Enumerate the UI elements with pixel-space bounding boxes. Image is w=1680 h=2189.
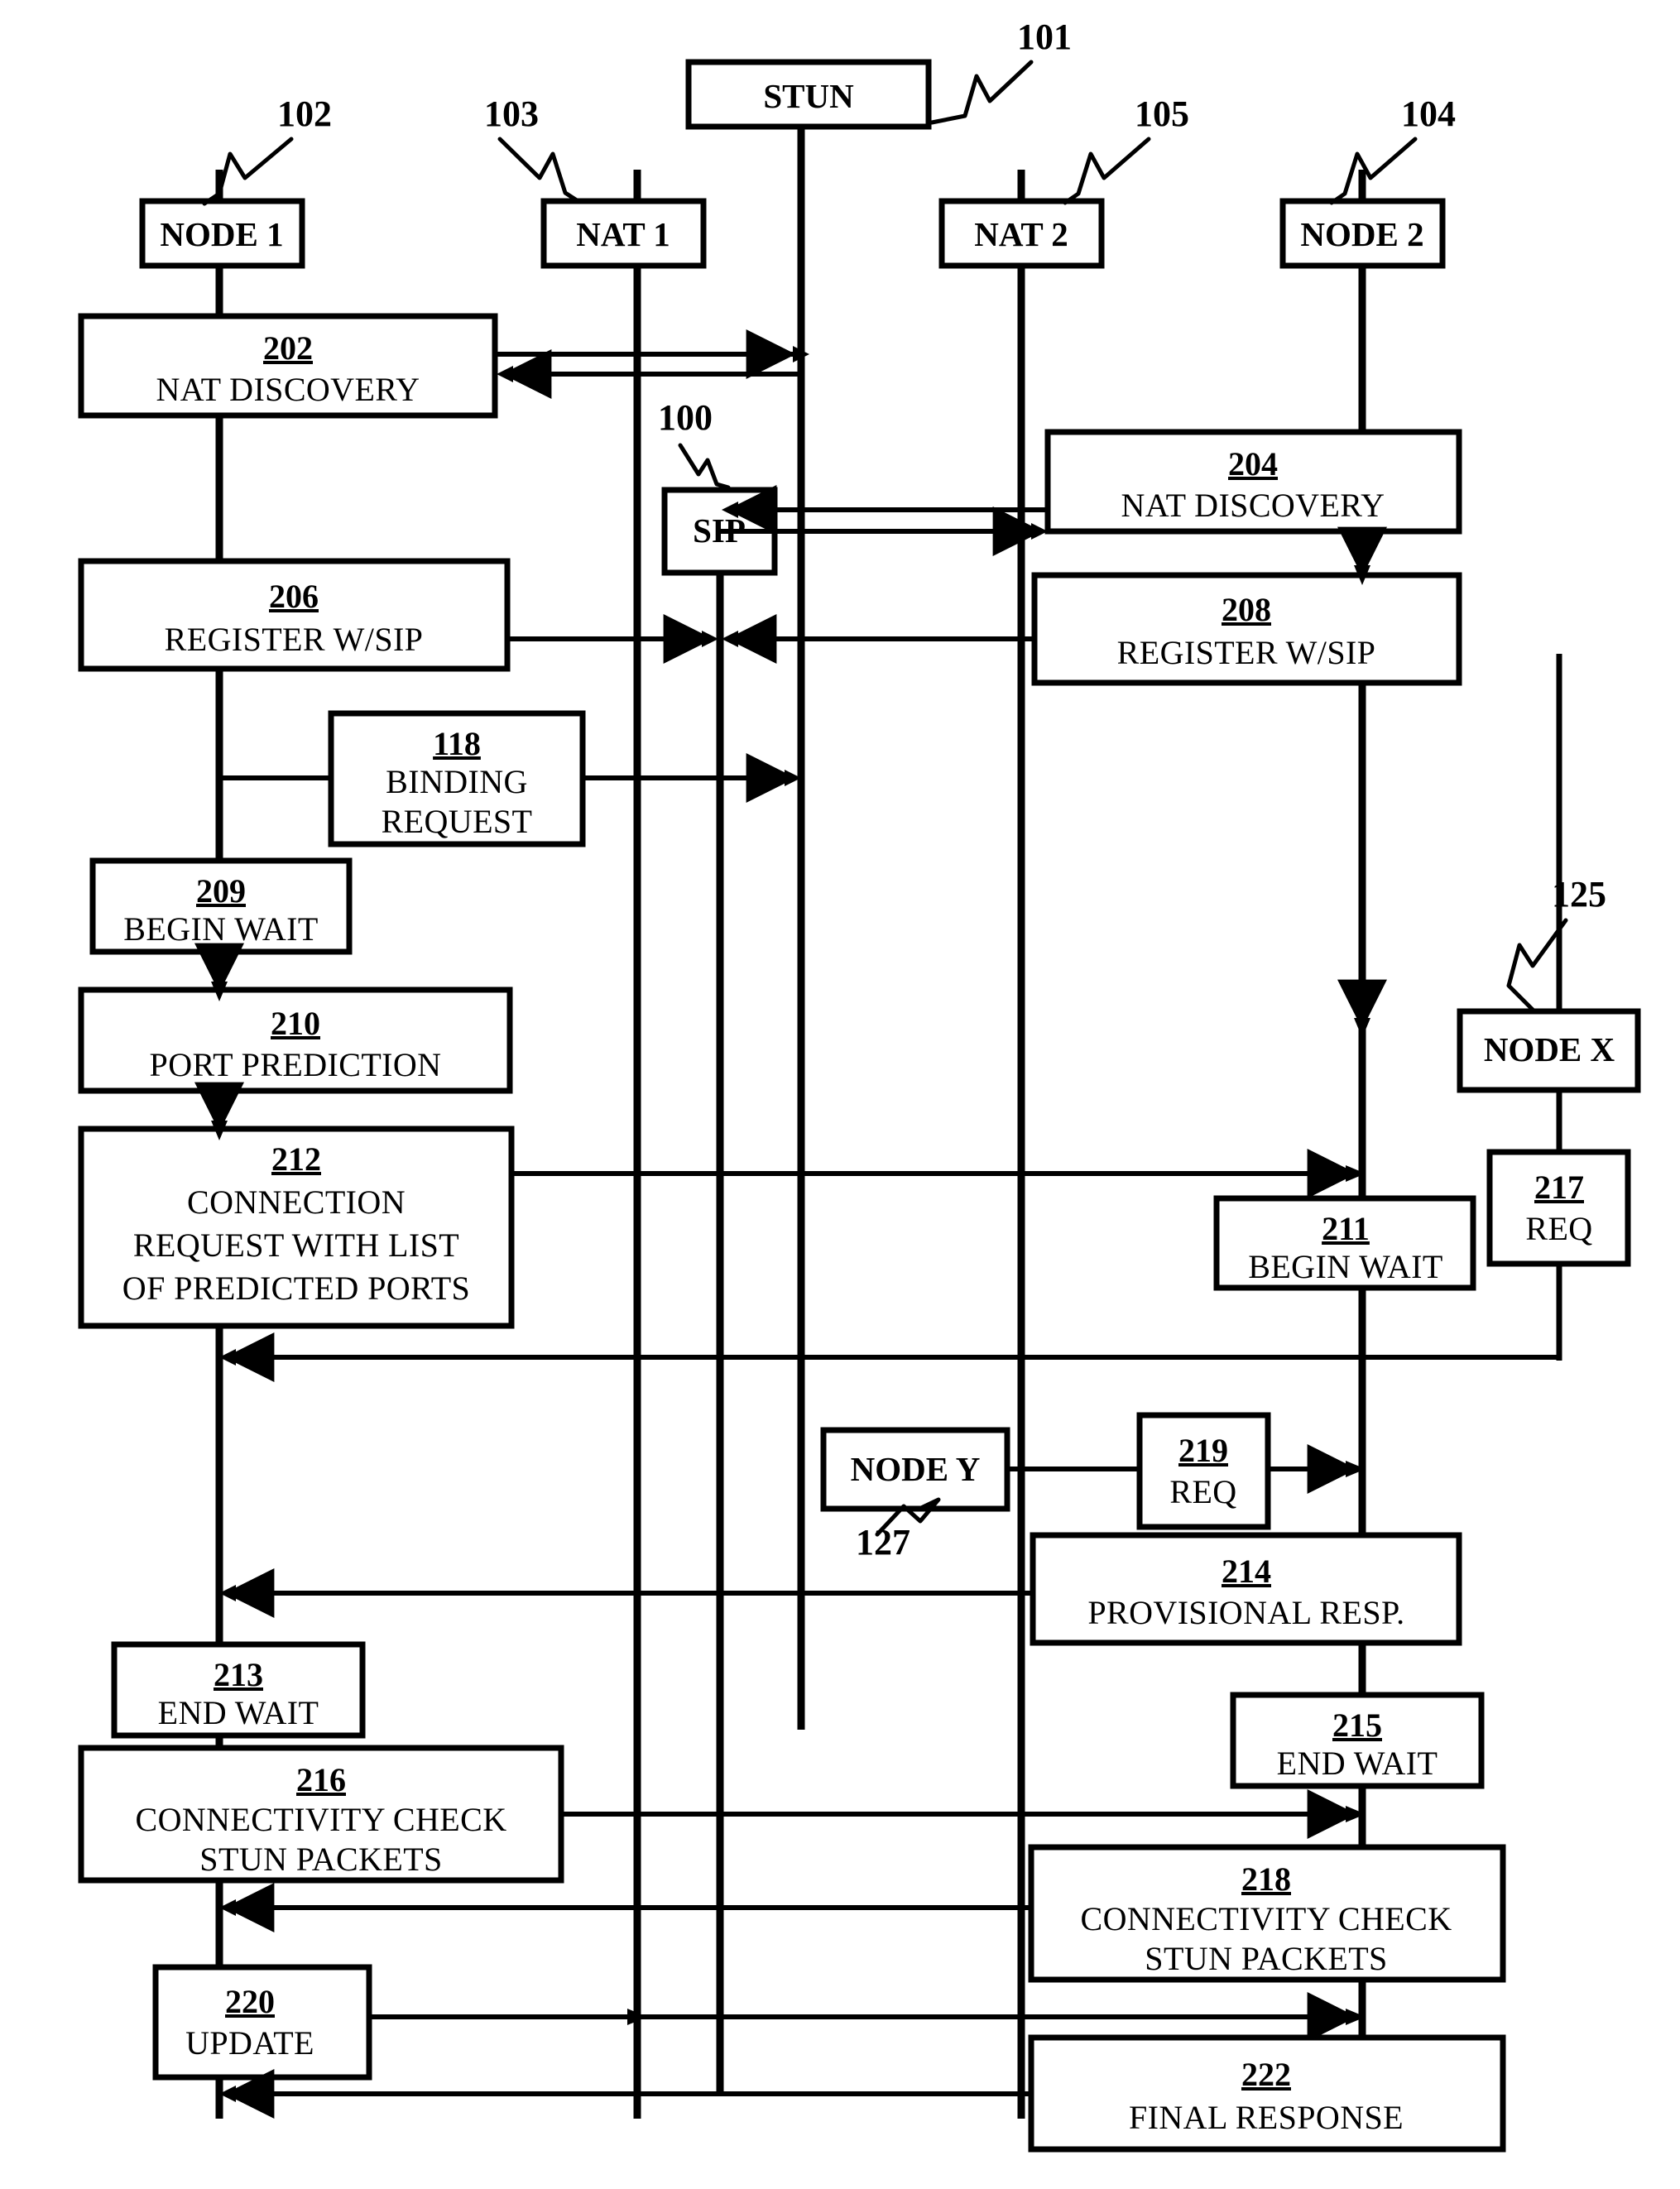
- step-217-number: 217: [1534, 1169, 1584, 1206]
- step-209[interactable]: 209 BEGIN WAIT: [89, 857, 353, 955]
- step-212-number: 212: [271, 1140, 321, 1178]
- step-222-number: 222: [1241, 2056, 1291, 2093]
- step-208[interactable]: 208 REGISTER W/SIP: [1031, 572, 1462, 686]
- figure-canvas: NODE 1 102 NAT 1 103 STUN 101 NAT 2 105 …: [0, 0, 1680, 2189]
- actor-node2[interactable]: NODE 2: [1279, 198, 1446, 269]
- step-215-number: 215: [1332, 1707, 1382, 1744]
- step-222[interactable]: 222 FINAL RESPONSE: [1028, 2034, 1506, 2153]
- step-212-line2: REQUEST WITH LIST: [133, 1227, 459, 1264]
- step-206-title: REGISTER W/SIP: [165, 621, 424, 658]
- step-206[interactable]: 206 REGISTER W/SIP: [78, 558, 511, 672]
- step-218-line1: CONNECTIVITY CHECK: [1080, 1900, 1452, 1937]
- step-211[interactable]: 211 BEGIN WAIT: [1213, 1195, 1476, 1291]
- actor-nodey[interactable]: NODE Y: [820, 1427, 1010, 1512]
- step-222-title: FINAL RESPONSE: [1129, 2099, 1404, 2136]
- step-212-line1: CONNECTION: [187, 1183, 406, 1221]
- ref-100-label: 100: [658, 397, 713, 438]
- ref-101-leader: 101: [929, 17, 1072, 125]
- arrowhead-node2-211: [1354, 1018, 1370, 1038]
- actor-nat2-label: NAT 2: [974, 215, 1068, 253]
- step-217[interactable]: 217 REQ: [1486, 1149, 1631, 1267]
- actor-nat1[interactable]: NAT 1: [540, 198, 707, 269]
- step-202-number: 202: [263, 329, 313, 367]
- step-209-number: 209: [196, 872, 246, 910]
- ref-105-leader: 105: [1063, 94, 1189, 205]
- step-208-title: REGISTER W/SIP: [1117, 634, 1376, 671]
- sequence-diagram-svg: NODE 1 102 NAT 1 103 STUN 101 NAT 2 105 …: [78, 17, 1641, 2153]
- step-215[interactable]: 215 END WAIT: [1230, 1692, 1485, 1789]
- ref-125-label: 125: [1552, 874, 1606, 914]
- step-211-number: 211: [1322, 1210, 1370, 1247]
- step-212[interactable]: 212 CONNECTION REQUEST WITH LIST OF PRED…: [78, 1126, 515, 1329]
- step-214-number: 214: [1222, 1553, 1271, 1590]
- ref-102-label: 102: [277, 94, 332, 134]
- step-218-line2: STUN PACKETS: [1145, 1940, 1387, 1977]
- step-213[interactable]: 213 END WAIT: [111, 1641, 366, 1739]
- step-213-title: END WAIT: [158, 1694, 319, 1731]
- step-219-title: REQ: [1169, 1473, 1236, 1510]
- step-220-title: UPDATE: [185, 2024, 314, 2062]
- step-214-title: PROVISIONAL RESP.: [1087, 1594, 1404, 1631]
- step-210-title: PORT PREDICTION: [150, 1046, 442, 1083]
- step-216[interactable]: 216 CONNECTIVITY CHECK STUN PACKETS: [78, 1745, 564, 1884]
- actor-nodex-label: NODE X: [1484, 1030, 1615, 1068]
- step-208-number: 208: [1222, 591, 1271, 628]
- actor-nat1-label: NAT 1: [576, 215, 670, 253]
- actor-stun[interactable]: STUN: [685, 59, 932, 130]
- step-210[interactable]: 210 PORT PREDICTION: [78, 986, 513, 1094]
- ref-104-leader: 104: [1329, 94, 1456, 205]
- actor-nodey-label: NODE Y: [851, 1450, 981, 1488]
- step-209-title: BEGIN WAIT: [123, 910, 318, 948]
- step-118[interactable]: 118 BINDING REQUEST: [328, 710, 586, 847]
- arrowhead-206-sip: [702, 631, 718, 647]
- step-118-line1: BINDING: [386, 763, 528, 800]
- step-210-number: 210: [271, 1005, 320, 1042]
- step-214[interactable]: 214 PROVISIONAL RESP.: [1030, 1532, 1462, 1646]
- ref-104-label: 104: [1401, 94, 1456, 134]
- step-202-title: NAT DISCOVERY: [156, 371, 420, 408]
- step-216-number: 216: [296, 1761, 346, 1798]
- ref-101-label: 101: [1017, 17, 1072, 57]
- step-216-line1: CONNECTIVITY CHECK: [135, 1801, 506, 1838]
- actor-nodex[interactable]: NODE X: [1457, 1008, 1641, 1093]
- ref-103-label: 103: [484, 94, 539, 134]
- step-202[interactable]: 202 NAT DISCOVERY: [78, 313, 498, 419]
- step-213-number: 213: [214, 1656, 263, 1693]
- actor-nat2[interactable]: NAT 2: [938, 198, 1105, 269]
- step-204-title: NAT DISCOVERY: [1121, 487, 1385, 524]
- step-220[interactable]: 220 UPDATE: [152, 1964, 372, 2081]
- step-220-number: 220: [225, 1983, 275, 2020]
- actor-node1[interactable]: NODE 1: [139, 198, 305, 269]
- actor-node1-label: NODE 1: [160, 215, 283, 253]
- arrowhead-stun-202: [497, 366, 513, 382]
- step-219[interactable]: 219 REQ: [1136, 1412, 1271, 1530]
- step-211-title: BEGIN WAIT: [1248, 1248, 1442, 1285]
- step-219-number: 219: [1178, 1432, 1228, 1469]
- ref-100-leader: 100: [658, 397, 731, 490]
- step-204[interactable]: 204 NAT DISCOVERY: [1044, 429, 1462, 535]
- step-218-number: 218: [1241, 1860, 1291, 1898]
- ref-105-label: 105: [1135, 94, 1189, 134]
- ref-102-leader: 102: [202, 94, 332, 206]
- actor-stun-label: STUN: [763, 77, 854, 115]
- step-204-number: 204: [1228, 445, 1278, 482]
- step-206-number: 206: [269, 578, 319, 615]
- step-216-line2: STUN PACKETS: [199, 1841, 442, 1878]
- actor-node2-label: NODE 2: [1300, 215, 1423, 253]
- step-218[interactable]: 218 CONNECTIVITY CHECK STUN PACKETS: [1028, 1844, 1506, 1983]
- ref-103-leader: 103: [484, 94, 582, 204]
- step-215-title: END WAIT: [1277, 1745, 1438, 1782]
- step-118-number: 118: [433, 725, 481, 762]
- step-212-line3: OF PREDICTED PORTS: [122, 1270, 470, 1307]
- step-217-title: REQ: [1525, 1210, 1592, 1247]
- step-118-line2: REQUEST: [382, 803, 533, 840]
- arrowhead-208-sip: [722, 631, 738, 647]
